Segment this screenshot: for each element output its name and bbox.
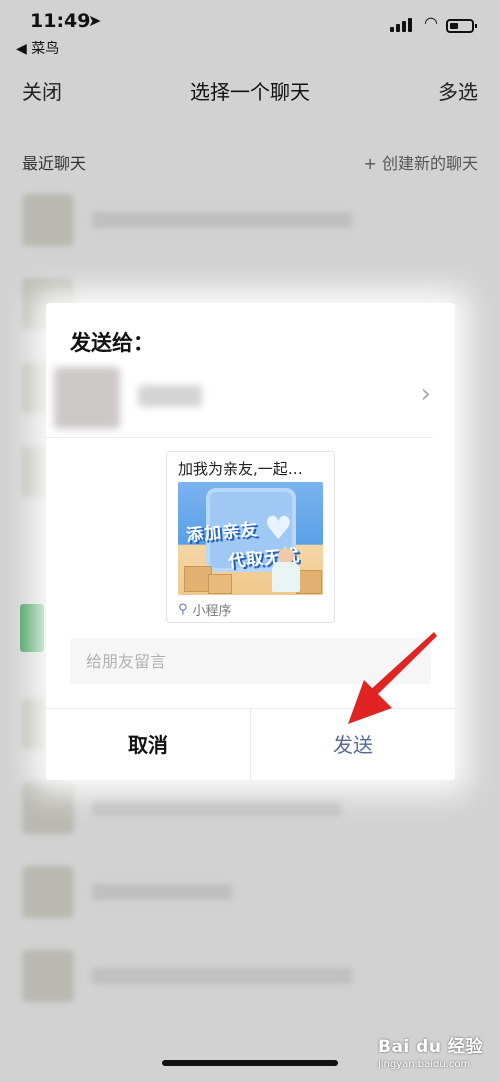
wifi-icon: ◠ [424,13,438,32]
status-bar: 11:49 ➤ ◀ 菜鸟 ◠ [0,0,500,60]
blurred-chat-name [92,968,352,984]
recipient-avatar [54,367,120,429]
list-item[interactable] [0,938,500,1022]
avatar [22,866,74,918]
mini-program-icon: ⚲ [178,602,188,617]
avatar [22,950,74,1002]
blurred-chat-name [92,212,352,228]
recent-chats-header: 最近聊天 + 创建新的聊天 [0,148,500,176]
create-new-chat-button[interactable]: + 创建新的聊天 [364,150,479,174]
back-to-app-link[interactable]: ◀ 菜鸟 [16,38,59,58]
watermark-url: jingyan.baidu.com [378,1059,471,1070]
green-chat-icon [20,604,44,652]
courier-illustration [270,548,300,592]
cancel-button[interactable]: 取消 [46,709,250,780]
location-arrow-icon: ➤ [88,11,102,30]
baidu-watermark: Bai du 经验 jingyan.baidu.com [378,1032,483,1070]
nav-bar: 关闭 选择一个聊天 多选 [0,70,500,110]
card-title: 加我为亲友,一起… [178,460,303,478]
status-time: 11:49 [30,10,91,32]
multi-select-button[interactable]: 多选 [438,76,478,105]
avatar [22,782,74,834]
signal-icon [390,18,412,32]
chevron-right-icon: › [420,379,431,409]
annotation-arrow-icon [348,632,437,724]
home-indicator [162,1060,338,1066]
card-footer-label: 小程序 [192,604,232,619]
blurred-chat-name [92,800,342,816]
card-thumbnail: ♥ 添加亲友 代取无忧 [178,482,323,595]
blurred-chat-name [92,884,232,900]
recipient-name-blurred [138,385,202,407]
battery-icon [446,19,477,33]
heart-icon: ♥ [264,509,293,547]
list-item[interactable] [0,854,500,938]
list-item[interactable] [0,770,500,854]
page-title: 选择一个聊天 [190,80,310,104]
section-title: 最近聊天 [22,154,87,173]
parcel-box [208,574,232,594]
list-item[interactable] [0,182,500,266]
dialog-title: 发送给： [70,331,154,355]
recipient-row[interactable]: › [46,357,455,437]
watermark-logo: Bai du 经验 [378,1037,483,1057]
divider [46,437,433,438]
card-footer: ⚲ 小程序 [178,600,232,619]
avatar [22,194,74,246]
mini-program-card[interactable]: 加我为亲友,一起… ♥ 添加亲友 代取无忧 ⚲ 小程序 [166,451,335,623]
person-body [272,562,300,592]
